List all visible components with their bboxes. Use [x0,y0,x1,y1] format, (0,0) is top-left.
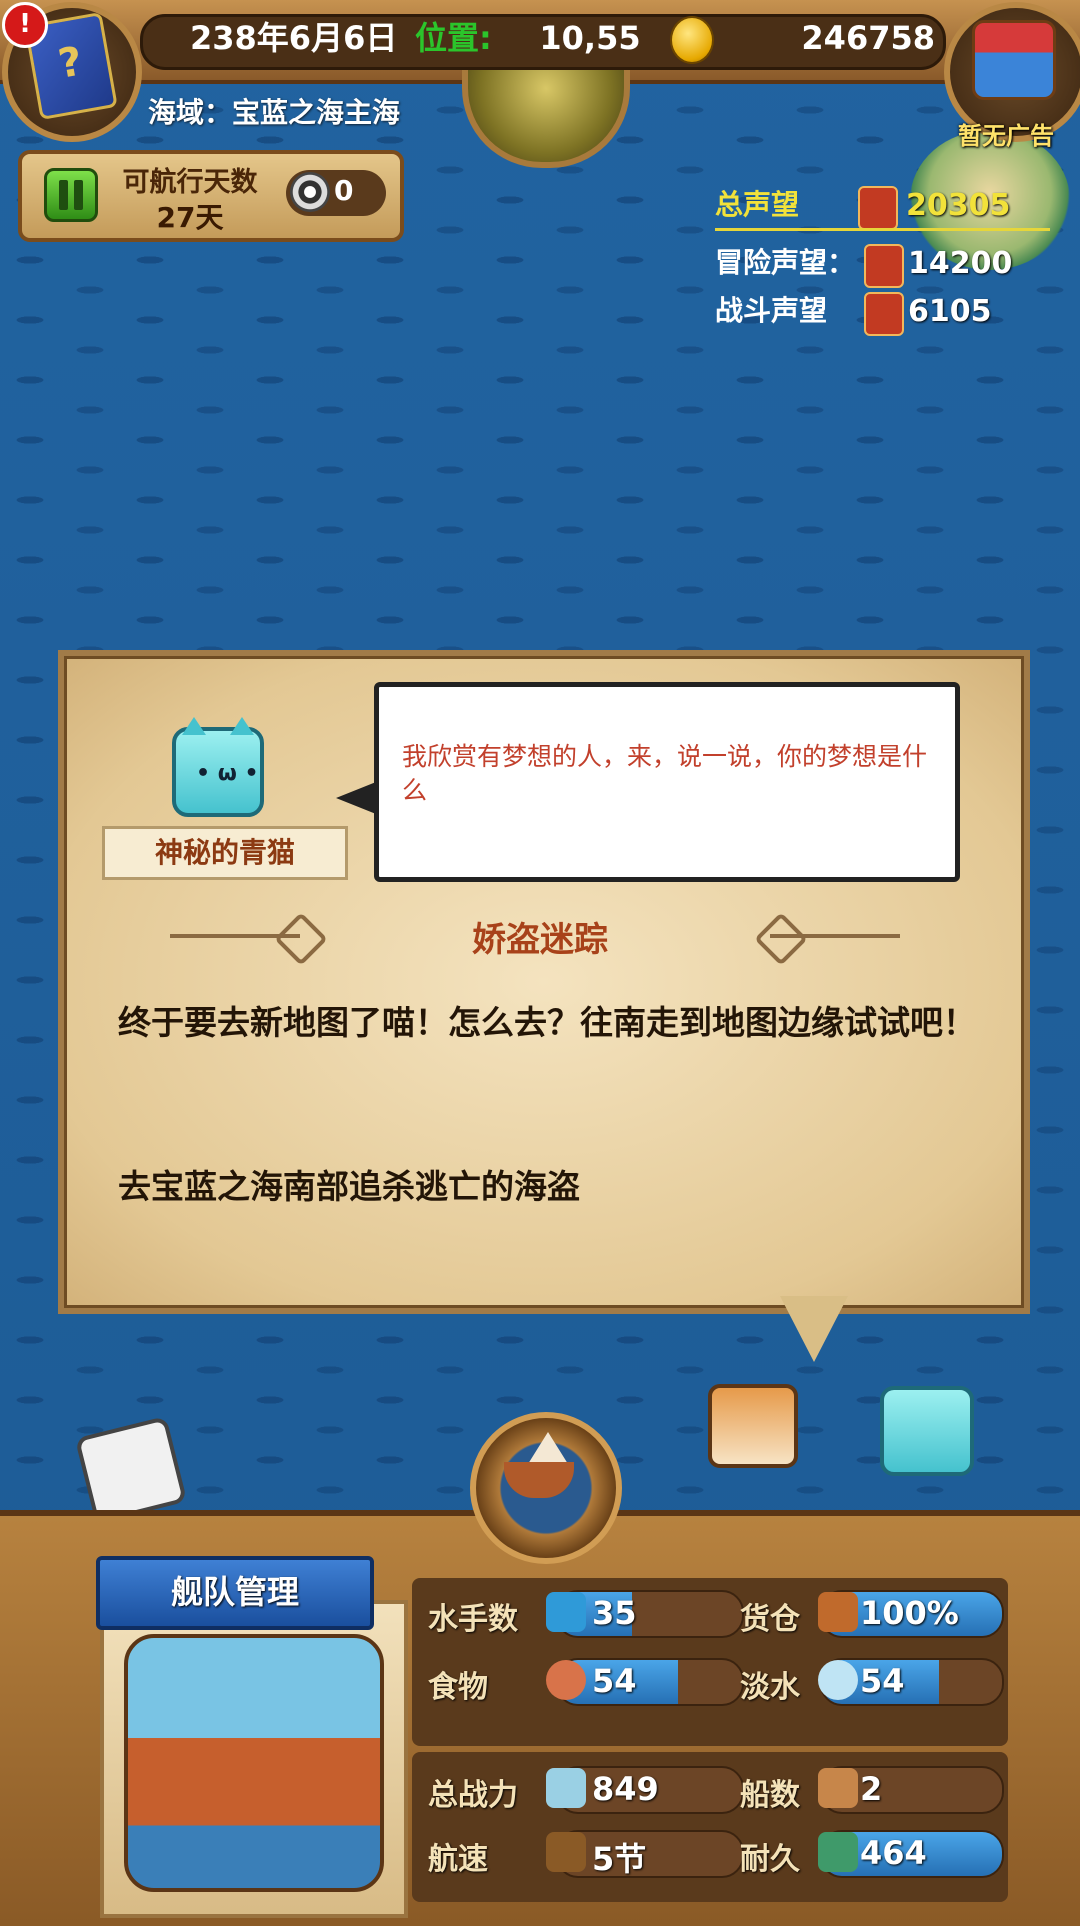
navigable-days-label: 可航行天数 [122,167,258,198]
ship-count-icon [818,1768,858,1808]
total-reputation-label: 总声望 [715,188,800,221]
compass-icon [864,244,904,288]
power-value: 849 [592,1770,659,1808]
crossed-swords-icon [864,292,904,336]
sailors-value: 35 [592,1594,637,1632]
speed-value: 5节 [592,1840,647,1878]
sailors-label: 水手数 [428,1602,518,1637]
total-reputation-value: 20305 [906,188,1011,223]
durability-value: 464 [860,1834,927,1872]
sailor-icon [546,1592,586,1632]
ship-cutaway-image[interactable] [124,1634,384,1892]
quest-description: 终于要去新地图了喵！怎么去？往南走到地图边缘试试吧！ [118,1003,976,1042]
water-jug-icon [818,1660,858,1700]
gold-coin-icon [670,16,714,64]
cargo-label: 货仓 [740,1602,800,1637]
no-ad-label: 暂无广告 [958,122,1054,150]
position-label: 位置: [415,19,492,57]
shiba-dog-npc[interactable] [708,1384,798,1468]
speech-bubble-tail [336,782,376,814]
sea-region-label: 海域：宝蓝之海主海 [148,96,401,129]
gold-amount: 246758 [801,19,935,57]
food-label: 食物 [428,1670,488,1705]
fleet-management-button[interactable]: 舰队管理 [96,1556,374,1630]
food-value: 54 [592,1662,637,1700]
speed-label: 航速 [428,1842,488,1877]
cargo-value: 100% [860,1594,959,1632]
battle-reputation-value: 6105 [908,294,992,329]
water-label: 淡水 [740,1670,800,1705]
ships-value: 2 [860,1770,883,1808]
treasure-chest-icon[interactable] [972,20,1056,100]
game-date: 238年6月6日 [190,19,398,57]
quest-title: 娇盗迷踪 [472,920,608,960]
ships-label: 船数 [740,1778,800,1813]
navigable-days-value: 27天 [156,201,224,234]
alert-badge: ! [2,2,48,48]
reputation-icon [858,186,898,230]
blue-cat-avatar: • ω • [172,717,264,817]
position-value: 10,55 [539,19,641,57]
adventure-reputation-value: 14200 [908,246,1013,281]
adventure-reputation-label: 冒险声望： [715,246,856,279]
speech-text: 我欣赏有梦想的人，来，说一说，你的梦想是什么 [402,742,928,805]
water-value: 54 [860,1662,905,1700]
helm-wheel-icon[interactable] [290,172,330,212]
dialog-tail [780,1296,848,1362]
durability-label: 耐久 [740,1842,800,1877]
quest-goal: 去宝蓝之海南部追杀逃亡的海盗 [118,1167,580,1206]
title-ornament-right [770,934,900,938]
hull-durability-icon [818,1832,858,1872]
pause-icon[interactable] [44,168,98,222]
blue-cat-npc[interactable] [880,1386,974,1476]
battle-reputation-label: 战斗声望 [715,294,828,327]
sword-icon [546,1768,586,1808]
reputation-divider [715,228,1050,231]
helm-count: 0 [334,174,354,207]
ship-sail [528,1432,568,1464]
meat-icon [546,1660,586,1700]
power-label: 总战力 [428,1778,518,1813]
sail-speed-icon [546,1832,586,1872]
crate-icon [818,1592,858,1632]
npc-name: 神秘的青猫 [102,826,348,880]
